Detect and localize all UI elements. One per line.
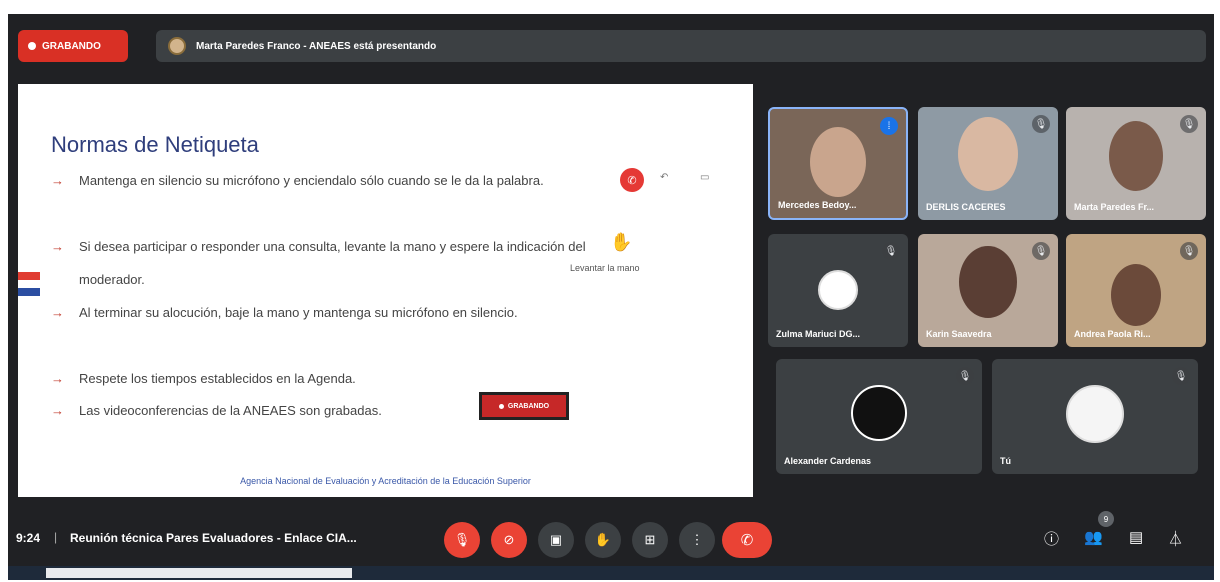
raise-hand-label: Levantar la mano	[570, 263, 640, 273]
bullet-text: Mantenga en silencio su micrófono y enci…	[79, 173, 544, 188]
participant-name: Marta Paredes Fr...	[1074, 202, 1155, 212]
participant-name: Karin Saavedra	[926, 329, 992, 339]
participant-video	[958, 117, 1018, 191]
taskbar-window[interactable]	[46, 568, 352, 578]
participant-video	[1109, 121, 1163, 191]
participant-video	[959, 246, 1017, 318]
participant-avatar	[851, 385, 907, 441]
mic-off-icon: 🎙	[956, 367, 974, 385]
arrow-icon: →	[51, 239, 64, 254]
participant-avatar	[1066, 385, 1124, 443]
participant-avatar	[818, 270, 858, 310]
bullet-text: Si desea participar o responder una cons…	[79, 239, 586, 287]
participant-name: Mercedes Bedoy...	[778, 200, 857, 210]
slide-hand-down-icon: ↶	[660, 172, 669, 183]
taskbar	[8, 566, 1214, 580]
slide-raise-hand-icon: ✋	[610, 232, 633, 252]
activities-button[interactable]: ⏃	[1168, 528, 1183, 549]
people-icon: 👥	[1084, 529, 1103, 546]
recording-dot-icon	[498, 403, 504, 409]
people-button[interactable]: 👥	[1084, 528, 1103, 546]
participant-name: DERLIS CACERES	[926, 202, 1006, 212]
slide-footer: Agencia Nacional de Evaluación y Acredit…	[240, 476, 531, 486]
present-icon: ⊞	[644, 532, 656, 547]
participant-tile[interactable]: 🎙 DERLIS CACERES	[918, 107, 1058, 220]
presentation-slide: Normas de Netiqueta → Mantenga en silenc…	[18, 84, 753, 497]
chat-icon: ▤	[1129, 529, 1144, 546]
presenter-avatar	[168, 37, 186, 55]
mic-toggle-button[interactable]: 🎙	[444, 522, 480, 558]
arrow-icon: →	[51, 173, 64, 188]
bullet-text: Al terminar su alocución, baje la mano y…	[79, 305, 518, 320]
slide-bullet: → Al terminar su alocución, baje la mano…	[51, 296, 589, 329]
participant-name: Zulma Mariuci DG...	[776, 329, 861, 339]
speaking-indicator-icon: ⁞	[880, 117, 898, 135]
captions-button[interactable]: ▣	[538, 522, 574, 558]
mic-off-icon: 🎙	[1172, 367, 1190, 385]
meet-window: GRABANDO Marta Paredes Franco - ANEAES e…	[8, 14, 1214, 580]
meeting-details-button[interactable]: ⓘ	[1044, 528, 1059, 549]
bullet-text: Respete los tiempos establecidos en la A…	[79, 371, 356, 386]
mic-off-icon: 🎙	[1032, 115, 1050, 133]
presenter-banner: Marta Paredes Franco - ANEAES está prese…	[156, 30, 1206, 62]
participant-name: Alexander Cardenas	[784, 456, 872, 466]
meeting-title: Reunión técnica Pares Evaluadores - Enla…	[70, 531, 357, 545]
participant-name: Andrea Paola Ri...	[1074, 329, 1151, 339]
leave-call-button[interactable]: ✆	[722, 522, 772, 558]
people-count-badge: 9	[1098, 511, 1114, 527]
participant-tile[interactable]: 🎙 Karin Saavedra	[918, 234, 1058, 347]
recording-label: GRABANDO	[42, 40, 101, 52]
separator: |	[54, 530, 58, 544]
participant-video	[1111, 264, 1161, 326]
mic-off-icon: 🎙	[882, 242, 900, 260]
chat-button[interactable]: ▤	[1129, 528, 1143, 546]
mic-off-icon: 🎙	[1180, 242, 1198, 260]
camera-toggle-button[interactable]: ⊘	[491, 522, 527, 558]
participant-video	[810, 127, 866, 197]
slide-recording-badge: GRABANDO	[479, 392, 569, 420]
participant-tile[interactable]: 🎙 Zulma Mariuci DG...	[768, 234, 908, 347]
arrow-icon: →	[51, 371, 64, 386]
slide-camera-icon: ▭	[700, 172, 710, 183]
arrow-icon: →	[51, 403, 64, 418]
participant-tile[interactable]: 🎙 Alexander Cardenas	[776, 359, 982, 474]
raise-hand-icon: ✋	[594, 532, 612, 547]
mic-off-icon: 🎙	[1180, 115, 1198, 133]
info-icon: ⓘ	[1044, 531, 1060, 548]
captions-icon: ▣	[549, 532, 563, 547]
participant-tile[interactable]: ⁞ Mercedes Bedoy...	[768, 107, 908, 220]
more-icon: ⋮	[690, 532, 704, 547]
mic-off-icon: 🎙	[1032, 242, 1050, 260]
meeting-time: 9:24	[16, 531, 41, 545]
present-button[interactable]: ⊞	[632, 522, 668, 558]
slide-title: Normas de Netiqueta	[51, 132, 259, 157]
arrow-icon: →	[51, 305, 64, 320]
activities-icon: ⏃	[1168, 531, 1184, 548]
more-options-button[interactable]: ⋮	[679, 522, 715, 558]
recording-dot-icon	[28, 42, 36, 50]
presenter-text: Marta Paredes Franco - ANEAES está prese…	[196, 40, 437, 52]
raise-hand-button[interactable]: ✋	[585, 522, 621, 558]
slide-bullet: → Respete los tiempos establecidos en la…	[51, 362, 589, 395]
recording-badge: GRABANDO	[18, 30, 128, 62]
participant-tile[interactable]: 🎙 Marta Paredes Fr...	[1066, 107, 1206, 220]
slide-bullet: → Mantenga en silencio su micrófono y en…	[51, 164, 589, 197]
slide-bullet: → Si desea participar o responder una co…	[51, 230, 589, 296]
mic-off-icon: 🎙	[453, 532, 471, 547]
camera-off-icon: ⊘	[503, 532, 515, 547]
participant-tile[interactable]: 🎙 Tú	[992, 359, 1198, 474]
participant-tile[interactable]: 🎙 Andrea Paola Ri...	[1066, 234, 1206, 347]
hang-up-icon: ✆	[740, 532, 754, 549]
participant-name: Tú	[1000, 456, 1011, 466]
paraguay-flag	[18, 272, 40, 298]
meeting-controls-bar: 9:24 | Reunión técnica Pares Evaluadores…	[8, 511, 1214, 564]
slide-hang-up-icon: ✆	[620, 168, 644, 192]
